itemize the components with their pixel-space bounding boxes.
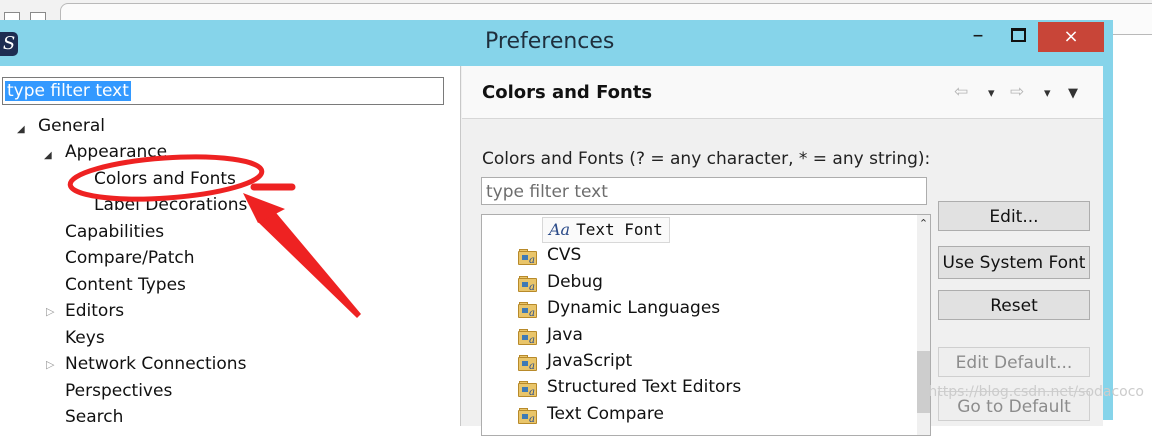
- category-folder-icon: a: [518, 381, 537, 398]
- category-label: Java: [547, 325, 583, 345]
- category-label: Debug: [547, 272, 603, 292]
- collapse-appearance-icon[interactable]: ◢: [44, 150, 52, 161]
- page-header: Colors and Fonts ⇦ ▾ ⇨ ▾ ▼: [462, 66, 1103, 119]
- forward-arrow-icon[interactable]: ⇨: [1010, 82, 1024, 102]
- use-system-font-button[interactable]: Use System Font: [938, 246, 1090, 279]
- scroll-up-icon[interactable]: ⌃: [917, 217, 930, 230]
- tree-item-general[interactable]: General: [38, 116, 105, 136]
- expand-editors-icon[interactable]: ▷: [46, 305, 54, 318]
- category-label: CVS: [547, 245, 582, 265]
- tree-item-compare-patch[interactable]: Compare/Patch: [65, 248, 195, 268]
- category-folder-icon: a: [518, 249, 537, 266]
- eclipse-app-icon: S: [0, 32, 18, 56]
- close-button[interactable]: ×: [1038, 22, 1104, 52]
- tree-item-appearance[interactable]: Appearance: [65, 142, 167, 162]
- vertical-scrollbar[interactable]: ⌃: [917, 215, 930, 435]
- window-title: Preferences: [485, 29, 615, 54]
- category-label: JavaScript: [547, 351, 633, 371]
- scrollbar-thumb[interactable]: [917, 351, 930, 413]
- forward-history-dropdown-icon[interactable]: ▾: [1044, 86, 1051, 101]
- tree-item-perspectives[interactable]: Perspectives: [65, 381, 172, 401]
- close-icon: ×: [1063, 26, 1079, 47]
- page-title: Colors and Fonts: [482, 82, 653, 103]
- reset-button[interactable]: Reset: [938, 290, 1090, 320]
- page-description: Colors and Fonts (? = any character, * =…: [482, 149, 931, 169]
- tree-item-colors-and-fonts[interactable]: Colors and Fonts: [94, 169, 236, 189]
- category-label: Text Compare: [547, 404, 664, 424]
- font-icon: Aa: [549, 220, 571, 239]
- tree-item-capabilities[interactable]: Capabilities: [65, 222, 164, 242]
- preferences-window: S Preferences – × type filter text ◢ Gen…: [0, 20, 1113, 436]
- edit-default-button[interactable]: Edit Default...: [938, 347, 1090, 377]
- category-folder-icon: a: [518, 355, 537, 372]
- tree-filter-input[interactable]: type filter text: [2, 77, 444, 105]
- category-folder-icon: a: [518, 276, 537, 293]
- minimize-icon: –: [972, 23, 984, 48]
- watermark-text: https://blog.csdn.net/sodacoco: [928, 384, 1144, 400]
- edit-button[interactable]: Edit...: [938, 201, 1090, 231]
- category-folder-icon: a: [518, 408, 537, 425]
- view-menu-icon[interactable]: ▼: [1068, 86, 1078, 101]
- tree-item-keys[interactable]: Keys: [65, 328, 105, 348]
- title-bar[interactable]: S Preferences – ×: [0, 20, 1113, 66]
- font-item-text-font[interactable]: Aa Text Font: [542, 217, 670, 243]
- colors-and-fonts-page: Colors and Fonts ⇦ ▾ ⇨ ▾ ▼ Colors and Fo…: [462, 66, 1103, 436]
- tree-item-content-types[interactable]: Content Types: [65, 275, 186, 295]
- maximize-icon: [1010, 28, 1026, 42]
- dialog-body: type filter text ◢ General ◢ Appearance …: [0, 66, 1103, 436]
- maximize-button[interactable]: [1000, 22, 1036, 52]
- category-folder-icon: a: [518, 302, 537, 319]
- tree-item-editors[interactable]: Editors: [65, 301, 124, 321]
- category-folder-icon: a: [518, 329, 537, 346]
- collapse-general-icon[interactable]: ◢: [17, 124, 25, 135]
- colors-fonts-tree[interactable]: Aa Text Font a CVS a Debug a Dynamic Lang…: [481, 214, 931, 436]
- back-history-dropdown-icon[interactable]: ▾: [988, 86, 995, 101]
- colors-filter-input[interactable]: type filter text: [481, 177, 927, 205]
- preference-tree-panel: type filter text ◢ General ◢ Appearance …: [0, 66, 461, 427]
- font-item-label: Text Font: [576, 220, 663, 239]
- category-label: Structured Text Editors: [547, 377, 742, 397]
- tree-item-label-decorations[interactable]: Label Decorations: [94, 195, 247, 215]
- tree-filter-value: type filter text: [5, 81, 131, 101]
- minimize-button[interactable]: –: [960, 22, 996, 52]
- back-arrow-icon[interactable]: ⇦: [954, 82, 968, 102]
- tree-item-network-connections[interactable]: Network Connections: [65, 354, 246, 374]
- expand-network-connections-icon[interactable]: ▷: [46, 358, 54, 371]
- tree-item-search[interactable]: Search: [65, 407, 123, 427]
- category-label: Dynamic Languages: [547, 298, 721, 318]
